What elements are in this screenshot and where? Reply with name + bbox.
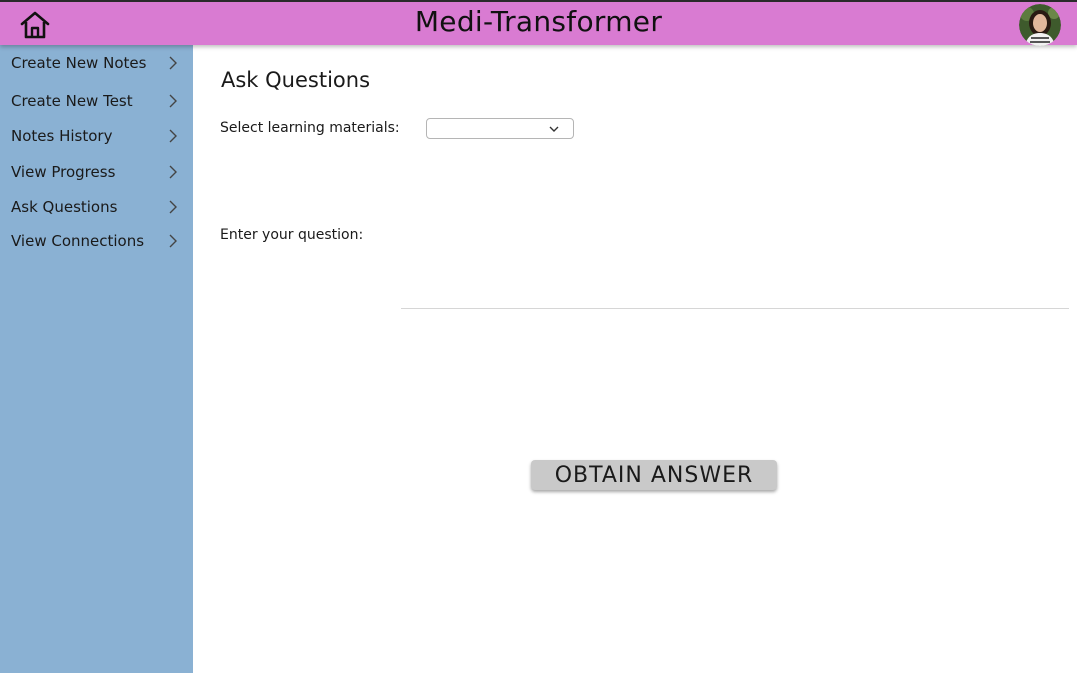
app-header: Medi-Transformer	[0, 0, 1077, 46]
obtain-answer-button[interactable]: OBTAIN ANSWER	[531, 460, 777, 490]
sidebar: Create New Notes Create New Test Notes H…	[0, 45, 193, 673]
question-label: Enter your question:	[220, 227, 364, 243]
sidebar-item-label: View Progress	[11, 163, 116, 181]
sidebar-item-view-connections[interactable]: View Connections	[0, 226, 193, 256]
page-title: Ask Questions	[221, 68, 371, 92]
question-input[interactable]	[401, 269, 1069, 309]
app-window: Medi-Transformer Create New Notes Create…	[0, 0, 1077, 673]
sidebar-item-view-progress[interactable]: View Progress	[0, 157, 193, 187]
sidebar-item-ask-questions[interactable]: Ask Questions	[0, 192, 193, 222]
sidebar-item-label: Create New Test	[11, 92, 133, 110]
sidebar-item-label: Ask Questions	[11, 198, 118, 216]
chevron-right-icon	[169, 94, 177, 108]
materials-label: Select learning materials:	[220, 120, 400, 136]
sidebar-item-label: Notes History	[11, 127, 113, 145]
sidebar-item-notes-history[interactable]: Notes History	[0, 121, 193, 151]
materials-select[interactable]	[426, 118, 574, 139]
chevron-down-icon	[549, 126, 559, 132]
sidebar-item-label: Create New Notes	[11, 54, 147, 72]
chevron-right-icon	[169, 200, 177, 214]
sidebar-item-create-new-test[interactable]: Create New Test	[0, 86, 193, 116]
chevron-right-icon	[169, 165, 177, 179]
chevron-right-icon	[169, 234, 177, 248]
sidebar-item-create-new-notes[interactable]: Create New Notes	[0, 48, 193, 78]
chevron-right-icon	[169, 56, 177, 70]
main-content: Ask Questions Select learning materials:…	[193, 45, 1077, 673]
chevron-right-icon	[169, 129, 177, 143]
user-avatar[interactable]	[1019, 4, 1061, 46]
app-title: Medi-Transformer	[414, 5, 663, 38]
sidebar-item-label: View Connections	[11, 232, 145, 250]
